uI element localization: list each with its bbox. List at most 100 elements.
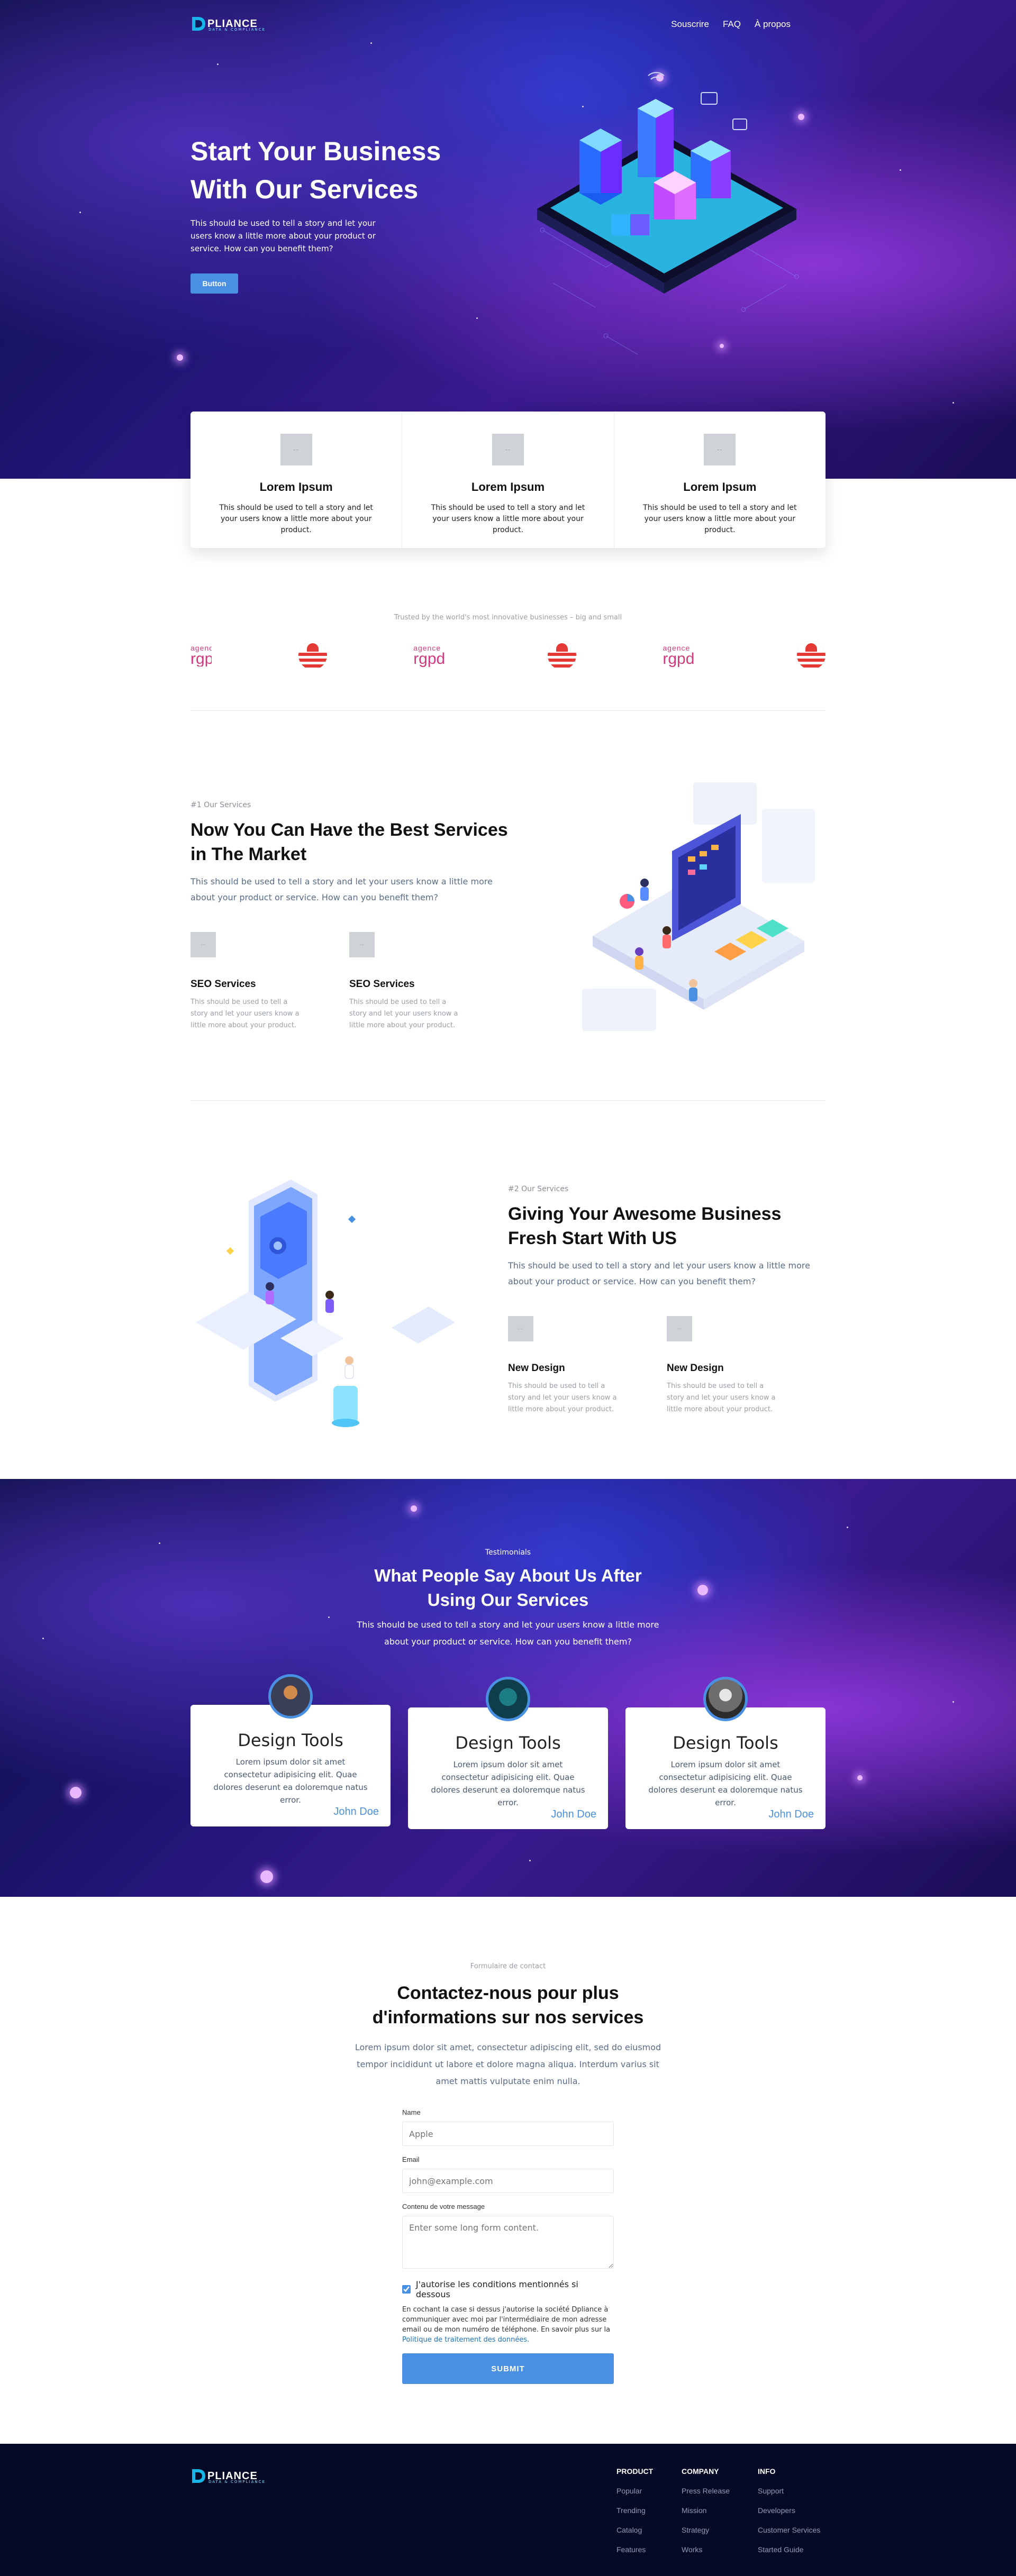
image-placeholder-icon: -- (492, 434, 524, 465)
logo-mark-icon (190, 2468, 206, 2484)
privacy-policy-link[interactable]: Politique de traitement des données. (402, 2336, 529, 2344)
divider (190, 1100, 826, 1101)
footer-link[interactable]: Features (616, 2545, 653, 2554)
nav-link-faq[interactable]: FAQ (723, 19, 741, 30)
testimonial-title: Design Tools (673, 1733, 778, 1753)
features-card: -- Lorem Ipsum This should be used to te… (190, 412, 826, 548)
client-logo-agence-rgpd: agencergpd (413, 644, 446, 668)
feature-title: Lorem Ipsum (683, 480, 757, 494)
hero-section: PLIANCE DATA & COMPLIANCE Souscrire FAQ … (0, 0, 1016, 479)
footer-brand-logo[interactable]: PLIANCE DATA & COMPLIANCE (190, 2468, 265, 2484)
service-text: This should be used to tell a story and … (508, 1382, 617, 1413)
footer-link[interactable]: Popular (616, 2487, 653, 2495)
section-lead: This should be used to tell a story and … (508, 1260, 810, 1286)
image-placeholder-icon: -- (508, 1316, 533, 1341)
service-title: New Design (667, 1363, 724, 1374)
logo-mark-icon (190, 16, 206, 32)
hero-title-line-1: Start Your Business (190, 136, 441, 166)
footer-link[interactable]: Developers (758, 2506, 820, 2515)
submit-button[interactable]: SUBMIT (402, 2353, 614, 2384)
hero-description: This should be used to tell a story and … (190, 218, 376, 253)
footer-link[interactable]: Press Release (682, 2487, 730, 2495)
mobile-app-illustration (190, 1169, 466, 1444)
services-section-1: #1 Our Services Now You Can Have the Bes… (190, 782, 826, 1076)
service-title: SEO Services (349, 979, 415, 990)
footer-link[interactable]: Support (758, 2487, 820, 2495)
testimonial-card: Design Tools Lorem ipsum dolor sit amet … (408, 1677, 608, 1829)
service-title: SEO Services (190, 979, 256, 990)
service-item: -- SEO Services This should be used to t… (190, 932, 302, 1031)
feature-title: Lorem Ipsum (259, 480, 333, 494)
service-text: This should be used to tell a story and … (190, 998, 300, 1029)
service-item: -- New Design This should be used to tel… (508, 1316, 619, 1415)
feature-item: -- Lorem Ipsum This should be used to te… (402, 412, 614, 548)
section-tag: #1 Our Services (190, 801, 251, 809)
testimonials-tag: Testimonials (485, 1548, 531, 1557)
hero-title-line-2: With Our Services (190, 175, 419, 204)
email-field[interactable] (402, 2169, 614, 2193)
testimonials-section: Testimonials What People Say About Us Af… (0, 1479, 1016, 1897)
image-placeholder-icon: -- (349, 932, 375, 957)
contact-section: Formulaire de contact Contactez-nous pou… (0, 1962, 1016, 2384)
footer-link[interactable]: Trending (616, 2506, 653, 2515)
nav-link-souscrire[interactable]: Souscrire (671, 19, 709, 30)
client-logo-flag-icon (547, 641, 576, 670)
service-item: -- New Design This should be used to tel… (667, 1316, 778, 1415)
hero-cta-button[interactable]: Button (190, 273, 238, 294)
service-item: -- SEO Services This should be used to t… (349, 932, 460, 1031)
feature-text: This should be used to tell a story and … (431, 504, 585, 534)
feature-item: -- Lorem Ipsum This should be used to te… (190, 412, 403, 548)
footer-link[interactable]: Works (682, 2545, 730, 2554)
contact-lead: Lorem ipsum dolor sit amet, consectetur … (355, 2042, 661, 2086)
avatar (268, 1674, 313, 1719)
contact-tag: Formulaire de contact (470, 1962, 546, 1970)
footer-link[interactable]: Mission (682, 2506, 730, 2515)
feature-title: Lorem Ipsum (471, 480, 545, 494)
avatar (703, 1677, 748, 1721)
service-items: -- SEO Services This should be used to t… (190, 932, 508, 1031)
testimonial-text: Lorem ipsum dolor sit amet consectetur a… (648, 1760, 803, 1807)
service-title: New Design (508, 1363, 565, 1374)
section-lead: This should be used to tell a story and … (190, 876, 493, 902)
name-field[interactable] (402, 2122, 614, 2146)
message-label: Contenu de votre message (402, 2203, 485, 2210)
footer-link[interactable]: Catalog (616, 2526, 653, 2534)
main-menu: Souscrire FAQ À propos (671, 19, 791, 30)
client-logo-flag-icon (298, 641, 327, 670)
feature-item: -- Lorem Ipsum This should be used to te… (614, 412, 826, 548)
divider (190, 710, 826, 711)
image-placeholder-icon: -- (280, 434, 312, 465)
client-logo-agence-rgpd: agencergpd (190, 644, 212, 666)
consent-checkbox[interactable] (402, 2285, 411, 2294)
testimonial-title: Design Tools (238, 1730, 343, 1750)
brand-logo[interactable]: PLIANCE DATA & COMPLIANCE (190, 16, 265, 32)
trusted-by-section: Trusted by the world's most innovative b… (190, 614, 826, 671)
contact-title: Contactez-nous pour plus d'informations s… (372, 1983, 644, 2027)
footer-link[interactable]: Customer Services (758, 2526, 820, 2534)
client-logo-agence-rgpd: agencergpd (663, 644, 695, 668)
service-text: This should be used to tell a story and … (667, 1382, 776, 1413)
feature-text: This should be used to tell a story and … (643, 504, 797, 534)
message-field[interactable] (402, 2216, 614, 2269)
name-label: Name (402, 2108, 421, 2116)
testimonial-card: Design Tools Lorem ipsum dolor sit amet … (190, 1674, 391, 1826)
footer-link[interactable]: Strategy (682, 2526, 730, 2534)
footer-column-company: COMPANY Press Release Mission Strategy W… (682, 2467, 730, 2554)
testimonial-author: John Doe (768, 1808, 814, 1820)
legal-notice: En cochant la case si dessus j'autorise … (402, 2306, 611, 2344)
image-placeholder-icon: -- (667, 1316, 692, 1341)
brand-tagline: DATA & COMPLIANCE (208, 2480, 266, 2484)
testimonial-text: Lorem ipsum dolor sit amet consectetur a… (431, 1760, 585, 1807)
section-tag: #2 Our Services (508, 1185, 569, 1193)
footer-column-product: PRODUCT Popular Trending Catalog Feature… (616, 2467, 654, 2554)
image-placeholder-icon: -- (190, 932, 216, 957)
client-logo-flag-icon (796, 641, 826, 670)
top-navbar: PLIANCE DATA & COMPLIANCE Souscrire FAQ … (190, 16, 826, 32)
nav-link-a-propos[interactable]: À propos (755, 19, 791, 30)
client-logos: agencergpd agencergpd agencergpd (190, 640, 826, 671)
laptop-team-illustration (561, 777, 826, 1063)
footer-link[interactable]: Started Guide (758, 2545, 820, 2554)
testimonial-title: Design Tools (455, 1733, 561, 1753)
testimonials-title: What People Say About Us After Using Our … (374, 1566, 642, 1610)
section-title: Giving Your Awesome Business Fresh Start … (508, 1204, 782, 1248)
